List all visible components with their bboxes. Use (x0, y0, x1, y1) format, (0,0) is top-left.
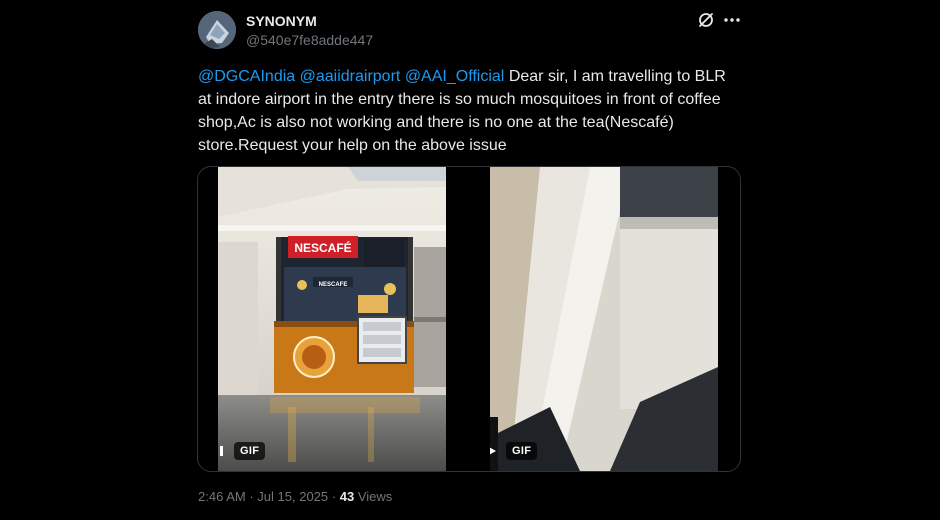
more-icon[interactable] (723, 10, 741, 28)
mention-aaiidrairport[interactable]: @aaiidrairport (300, 68, 401, 85)
gif-badge: GIF (234, 442, 266, 460)
tweet: SYNONYM @540e7fe8adde447 @DGCAIndia @aai… (0, 0, 940, 520)
gif-controls: GIF (490, 441, 538, 461)
gif-controls: GIF (218, 441, 266, 461)
gif-badge: GIF (506, 442, 538, 460)
tweet-text: @DGCAIndia @aaiidrairport @AAI_Official … (198, 65, 738, 157)
gif-airport-interior[interactable]: GIF (490, 167, 718, 471)
mention-dgcaindia[interactable]: @DGCAIndia (198, 68, 295, 85)
meta-separator: · (331, 489, 337, 504)
tweet-time[interactable]: 2:46 AM (198, 489, 246, 504)
media-grid: NESCAFÉ NESCAFE GIF GIF (197, 166, 741, 472)
tweet-meta: 2:46 AM · Jul 15, 2025 · 43 Views (198, 489, 392, 504)
author-handle[interactable]: @540e7fe8adde447 (246, 32, 373, 48)
author-name[interactable]: SYNONYM (246, 13, 317, 29)
pause-icon[interactable] (218, 442, 228, 460)
gif-nescafe-kiosk[interactable]: NESCAFÉ NESCAFE GIF (218, 167, 446, 471)
grok-icon[interactable] (697, 11, 715, 29)
nescafe-kiosk-text: NESCAFE (319, 282, 348, 288)
views-count[interactable]: 43 (340, 489, 354, 504)
play-icon[interactable] (490, 442, 500, 460)
nescafe-sign-text: NESCAFÉ (294, 240, 351, 255)
tweet-date[interactable]: Jul 15, 2025 (257, 489, 328, 504)
meta-separator: · (249, 489, 254, 504)
mention-aai-official[interactable]: @AAI_Official (405, 68, 505, 85)
views-label: Views (357, 489, 393, 504)
avatar[interactable] (198, 11, 236, 49)
